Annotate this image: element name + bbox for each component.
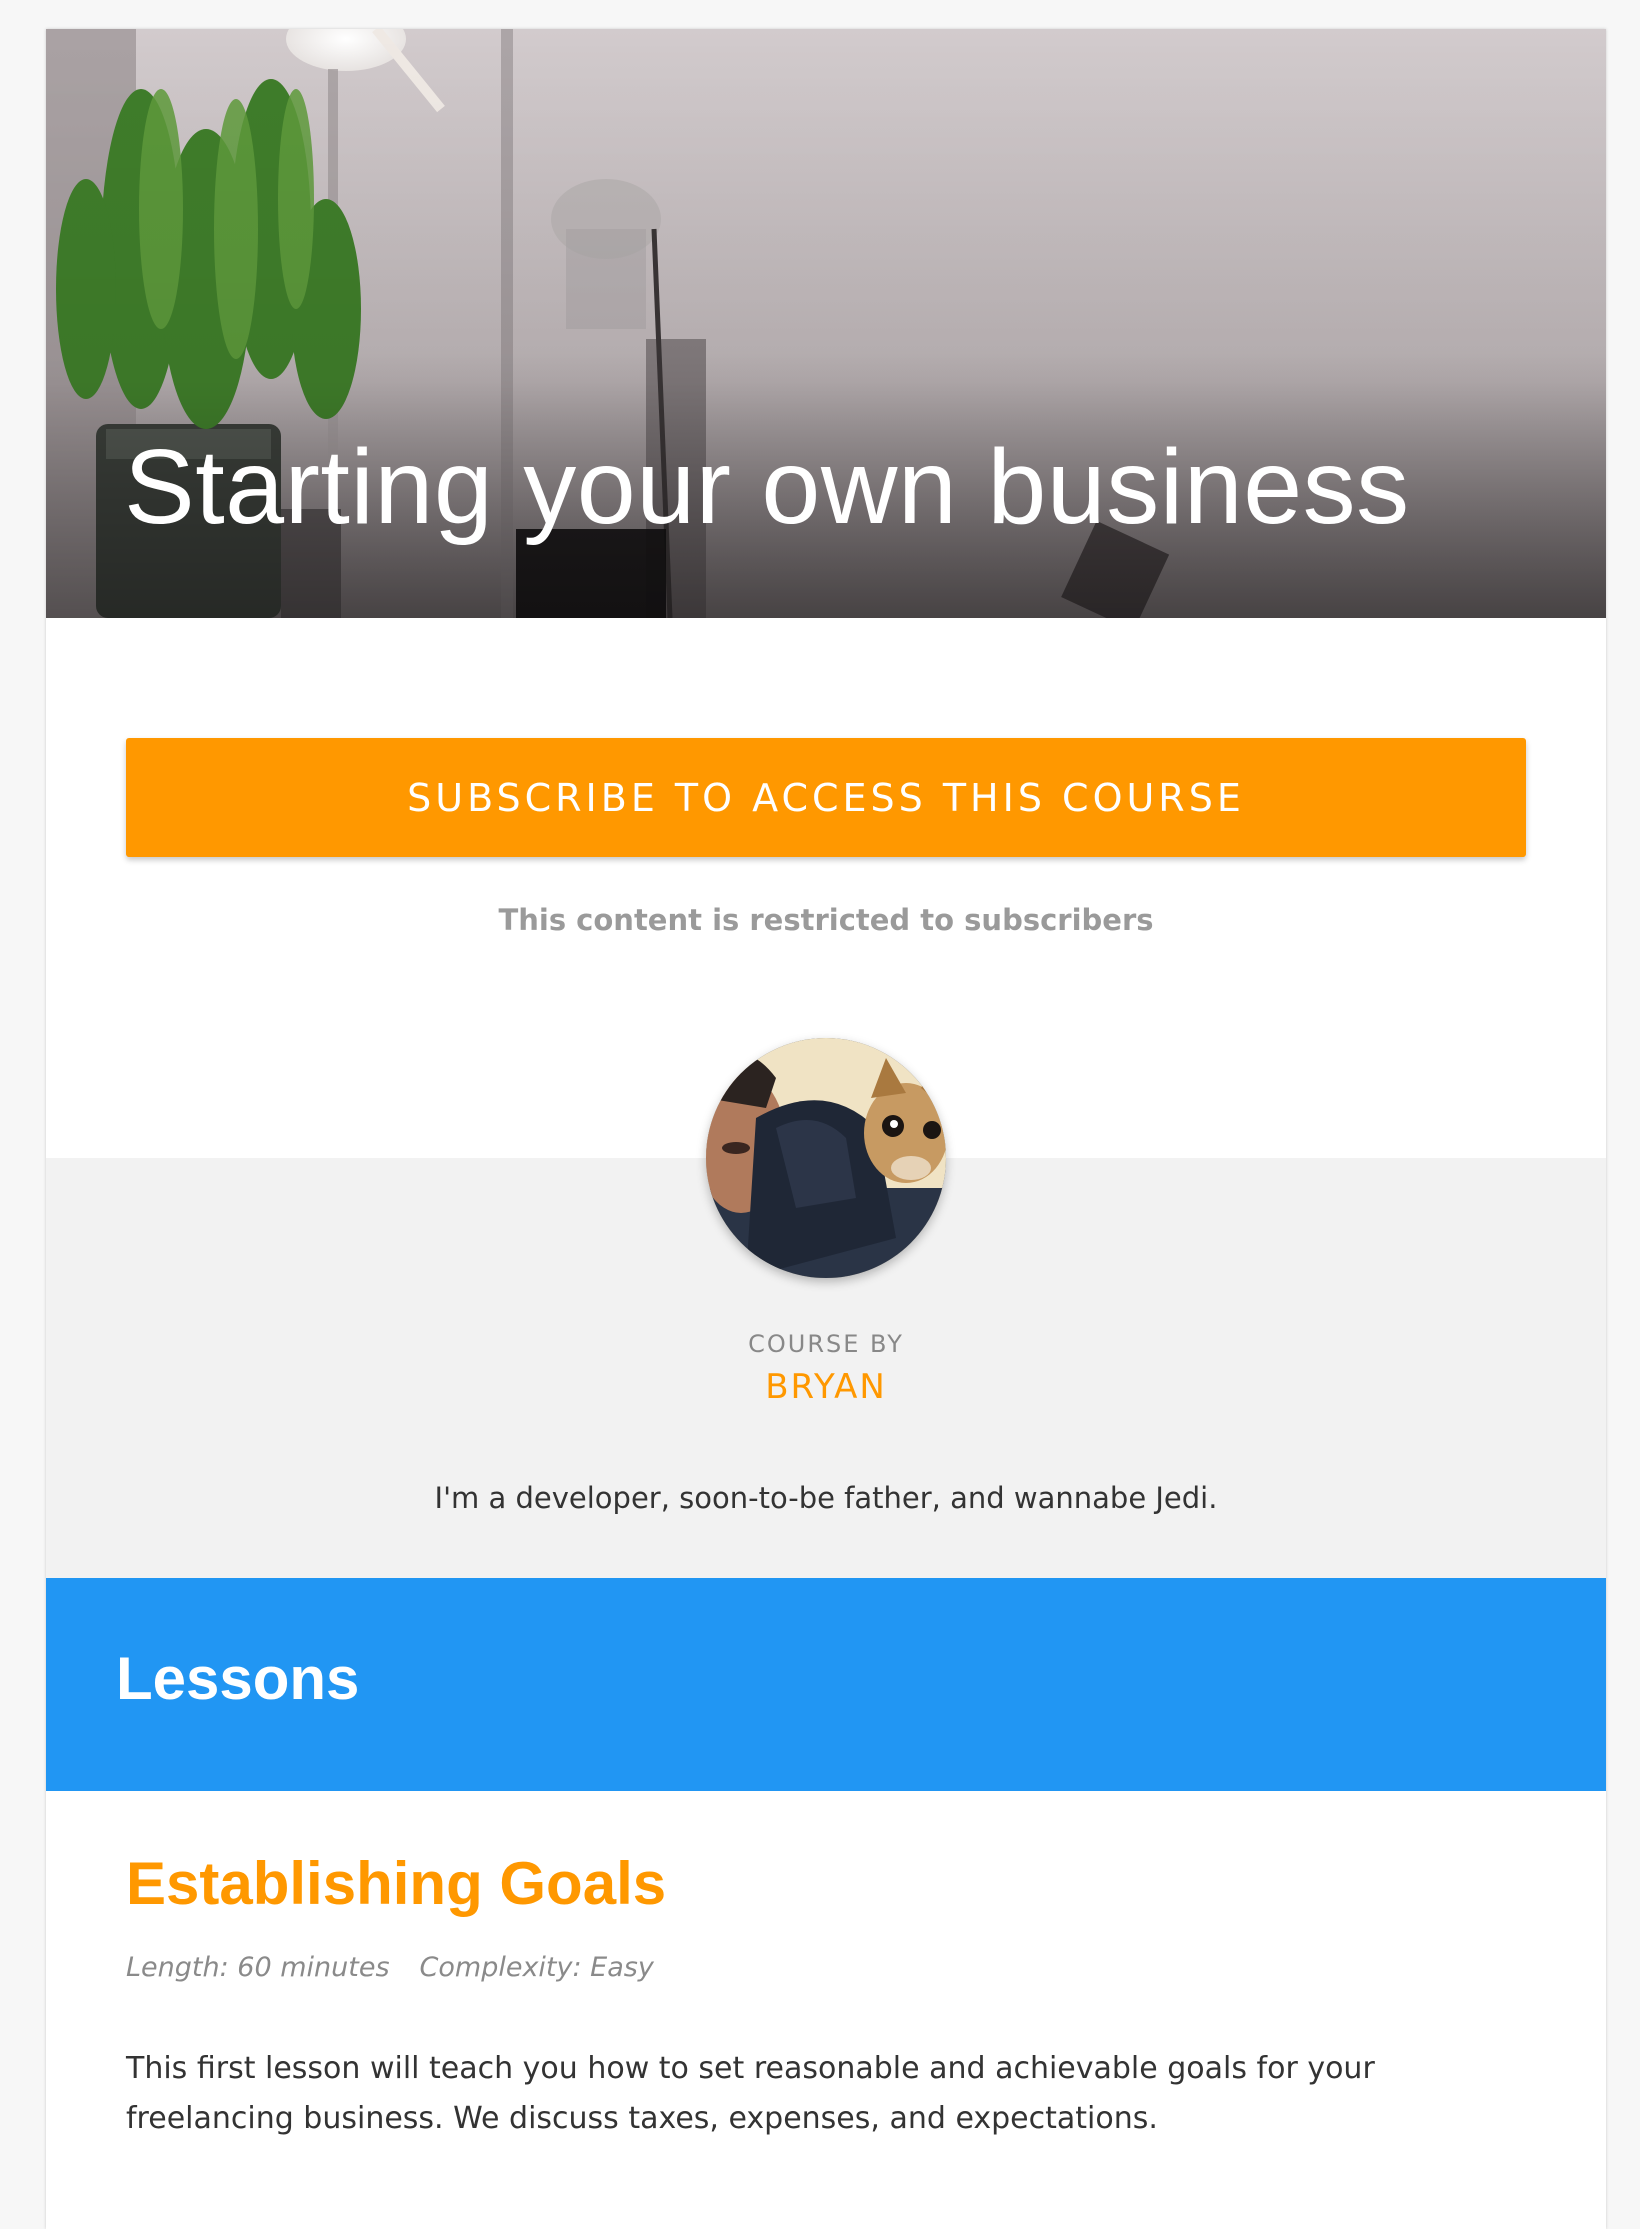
course-by-label: COURSE BY	[748, 1330, 904, 1358]
lessons-heading: Lessons	[116, 1645, 360, 1712]
hero-banner: Starting your own business	[46, 29, 1606, 618]
lesson-length: Length: 60 minutes	[126, 1952, 390, 1983]
course-card: Starting your own business SUBSCRIBE TO …	[46, 29, 1606, 2229]
author-avatar[interactable]	[706, 1038, 946, 1278]
author-photo	[706, 1038, 946, 1278]
author-bio: I'm a developer, soon-to-be father, and …	[434, 1481, 1218, 1515]
lesson-title-link[interactable]: Establishing Goals	[126, 1849, 666, 1918]
course-title: Starting your own business	[124, 428, 1410, 546]
subscribe-button[interactable]: SUBSCRIBE TO ACCESS THIS COURSE	[126, 738, 1526, 857]
restricted-notice: This content is restricted to subscriber…	[498, 903, 1154, 937]
lesson-complexity: Complexity: Easy	[419, 1952, 654, 1983]
author-name-link[interactable]: BRYAN	[46, 1367, 1606, 1407]
lesson-meta: Length: 60 minutes Complexity: Easy	[126, 1952, 654, 1983]
lesson-description: This first lesson will teach you how to …	[126, 2051, 1375, 2136]
